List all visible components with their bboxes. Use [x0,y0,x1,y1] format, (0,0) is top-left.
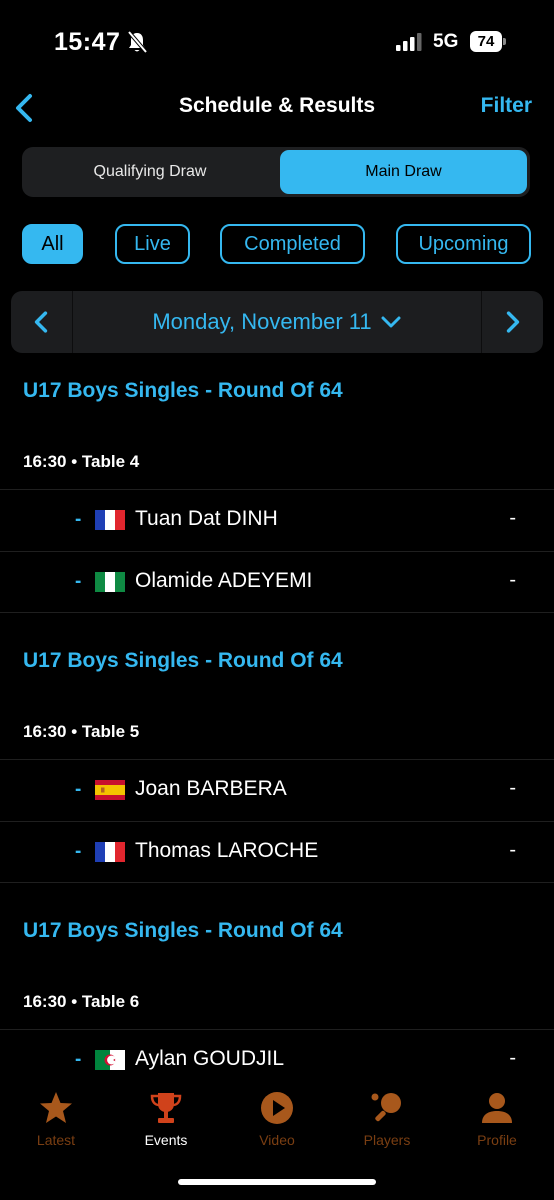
match-time-table: 16:30 • Table 4 [23,452,140,471]
star-icon [40,1092,72,1123]
match-time: 16:30 [23,452,67,471]
battery-icon: 74 [470,31,506,52]
match-card: U17 Boys Singles - Round Of 64 16:30 • T… [0,630,554,900]
player-row[interactable]: - Olamide ADEYEMI - [0,551,554,613]
nav-header: Schedule & Results Filter [0,84,554,130]
player-seed: - [75,841,82,862]
battery-level: 74 [470,31,502,52]
nigeria-flag-icon [95,572,125,592]
spain-flag-icon [95,780,125,800]
player-score: - [509,777,516,799]
player-score: - [509,1047,516,1069]
round-title: U17 Boys Singles - Round Of 64 [23,379,343,402]
date-picker[interactable]: Monday, November 11 [73,291,481,353]
filter-chip-completed[interactable]: Completed [220,224,365,264]
tab-events[interactable]: Events [116,1090,216,1148]
player-name: Tuan Dat DINH [135,507,278,530]
tab-label: Events [144,1132,188,1148]
france-flag-icon [95,510,125,530]
france-flag-icon [95,842,125,862]
match-table: Table 4 [81,452,140,471]
algeria-flag-icon [95,1050,125,1070]
round-title: U17 Boys Singles - Round Of 64 [23,919,343,942]
tab-label: Video [259,1132,295,1148]
player-score: - [509,507,516,529]
date-label: Monday, November 11 [152,309,372,334]
tab-label: Latest [36,1132,76,1148]
tab-label: Players [363,1132,411,1148]
filter-chip-live[interactable]: Live [115,224,190,264]
status-time: 15:47 [54,28,121,56]
player-name: Joan BARBERA [135,777,287,800]
player-row[interactable]: - Thomas LAROCHE - [0,821,554,883]
signal-icon [396,33,422,51]
tab-latest[interactable]: Latest [6,1090,106,1148]
round-title: U17 Boys Singles - Round Of 64 [23,649,343,672]
filter-chip-all[interactable]: All [22,224,83,264]
player-name: Thomas LAROCHE [135,839,319,862]
home-indicator [178,1179,376,1185]
tab-main-draw[interactable]: Main Draw [280,150,527,194]
tab-label: Profile [477,1132,517,1148]
page-title: Schedule & Results [178,94,376,117]
next-day-button[interactable] [481,291,543,353]
filter-chip-upcoming[interactable]: Upcoming [396,224,531,264]
tab-video[interactable]: Video [227,1090,327,1148]
status-bar: 15:47 5G 74 [0,0,554,80]
match-table: Table 6 [81,992,140,1011]
player-seed: - [75,1049,82,1070]
player-score: - [509,839,516,861]
player-name: Aylan GOUDJIL [135,1047,284,1070]
match-time: 16:30 [23,722,67,741]
schedule-list[interactable]: U17 Boys Singles - Round Of 64 16:30 • T… [0,360,554,1084]
player-name: Olamide ADEYEMI [135,569,313,592]
player-seed: - [75,509,82,530]
table-tennis-icon [371,1093,401,1122]
bell-muted-icon [127,30,148,54]
match-table: Table 5 [81,722,140,741]
player-row[interactable]: - Tuan Dat DINH - [0,489,554,551]
player-row[interactable]: - Aylan GOUDJIL - [0,1029,554,1084]
match-card: U17 Boys Singles - Round Of 64 16:30 • T… [0,360,554,630]
network-type: 5G [433,31,459,52]
player-score: - [509,569,516,591]
person-icon [482,1093,512,1123]
tab-players[interactable]: Players [337,1090,437,1148]
player-seed: - [75,779,82,800]
filter-button[interactable]: Filter [481,94,532,118]
play-icon [261,1092,293,1124]
tab-profile[interactable]: Profile [447,1090,547,1148]
tab-qualifying-draw[interactable]: Qualifying Draw [25,150,275,194]
match-card: U17 Boys Singles - Round Of 64 16:30 • T… [0,900,554,1084]
draw-segment-control: Qualifying Draw Main Draw [22,147,530,197]
chevron-down-icon [381,316,401,328]
previous-day-button[interactable] [11,291,73,353]
match-time: 16:30 [23,992,67,1011]
match-time-table: 16:30 • Table 5 [23,722,140,741]
player-seed: - [75,571,82,592]
player-row[interactable]: - Joan BARBERA - [0,759,554,821]
trophy-icon [150,1093,182,1123]
date-navigator: Monday, November 11 [11,291,543,353]
match-time-table: 16:30 • Table 6 [23,992,140,1011]
